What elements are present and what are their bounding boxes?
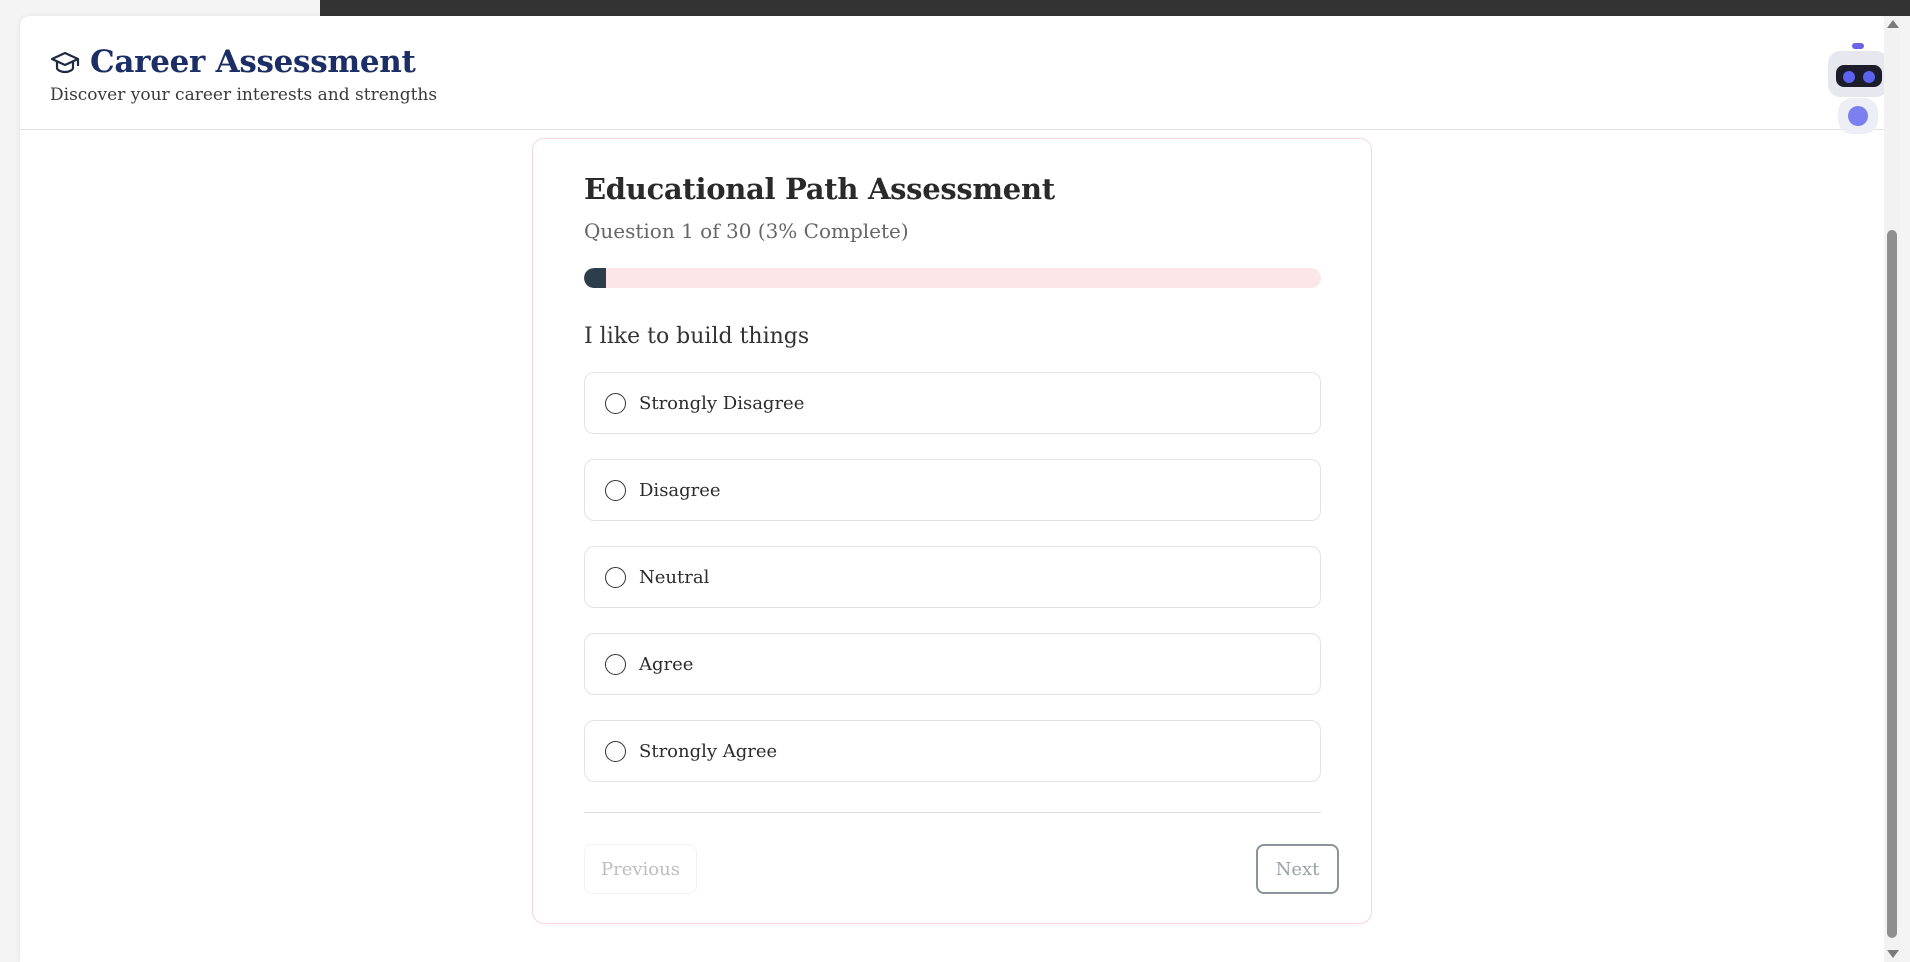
next-button[interactable]: Next: [1256, 844, 1339, 894]
progress-bar: [584, 268, 1321, 288]
assessment-card: Educational Path Assessment Question 1 o…: [532, 138, 1372, 924]
option-label: Disagree: [639, 479, 721, 501]
assessment-title: Educational Path Assessment: [584, 172, 1055, 206]
question-counter: Question 1 of 30 (3% Complete): [584, 219, 909, 243]
scroll-up-arrow-icon[interactable]: [1887, 20, 1899, 28]
page-subtitle: Discover your career interests and stren…: [50, 85, 438, 105]
radio-button[interactable]: [605, 566, 626, 588]
option-disagree[interactable]: Disagree: [584, 459, 1321, 521]
option-label: Strongly Agree: [639, 740, 778, 762]
option-strongly-disagree[interactable]: Strongly Disagree: [584, 372, 1321, 434]
robot-antenna: [1852, 43, 1864, 49]
robot-assistant-icon[interactable]: [1826, 38, 1888, 134]
scrollbar-thumb[interactable]: [1887, 230, 1897, 938]
graduation-cap-icon: [50, 48, 80, 76]
robot-eye: [1863, 71, 1875, 83]
option-label: Neutral: [639, 566, 710, 588]
progress-bar-fill: [584, 268, 607, 288]
option-agree[interactable]: Agree: [584, 633, 1321, 695]
scroll-down-arrow-icon[interactable]: [1887, 950, 1899, 958]
robot-body: [1838, 98, 1878, 134]
robot-head: [1828, 51, 1888, 97]
robot-indicator: [1848, 106, 1868, 126]
radio-button[interactable]: [605, 740, 626, 762]
app-window: Career Assessment Discover your career i…: [20, 16, 1890, 962]
brand: Career Assessment: [50, 44, 416, 80]
divider: [584, 812, 1321, 813]
radio-button[interactable]: [605, 392, 626, 414]
option-label: Agree: [639, 653, 694, 675]
option-label: Strongly Disagree: [639, 392, 805, 414]
page-header: Career Assessment Discover your career i…: [20, 16, 1890, 130]
radio-button[interactable]: [605, 653, 626, 675]
radio-button[interactable]: [605, 479, 626, 501]
scrollbar[interactable]: [1884, 16, 1900, 962]
page-title: Career Assessment: [90, 44, 416, 80]
option-strongly-agree[interactable]: Strongly Agree: [584, 720, 1321, 782]
browser-top-bar: [320, 0, 1910, 16]
previous-button[interactable]: Previous: [584, 844, 697, 894]
question-text: I like to build things: [584, 324, 810, 349]
robot-face: [1836, 65, 1882, 87]
option-neutral[interactable]: Neutral: [584, 546, 1321, 608]
robot-eye: [1843, 71, 1855, 83]
